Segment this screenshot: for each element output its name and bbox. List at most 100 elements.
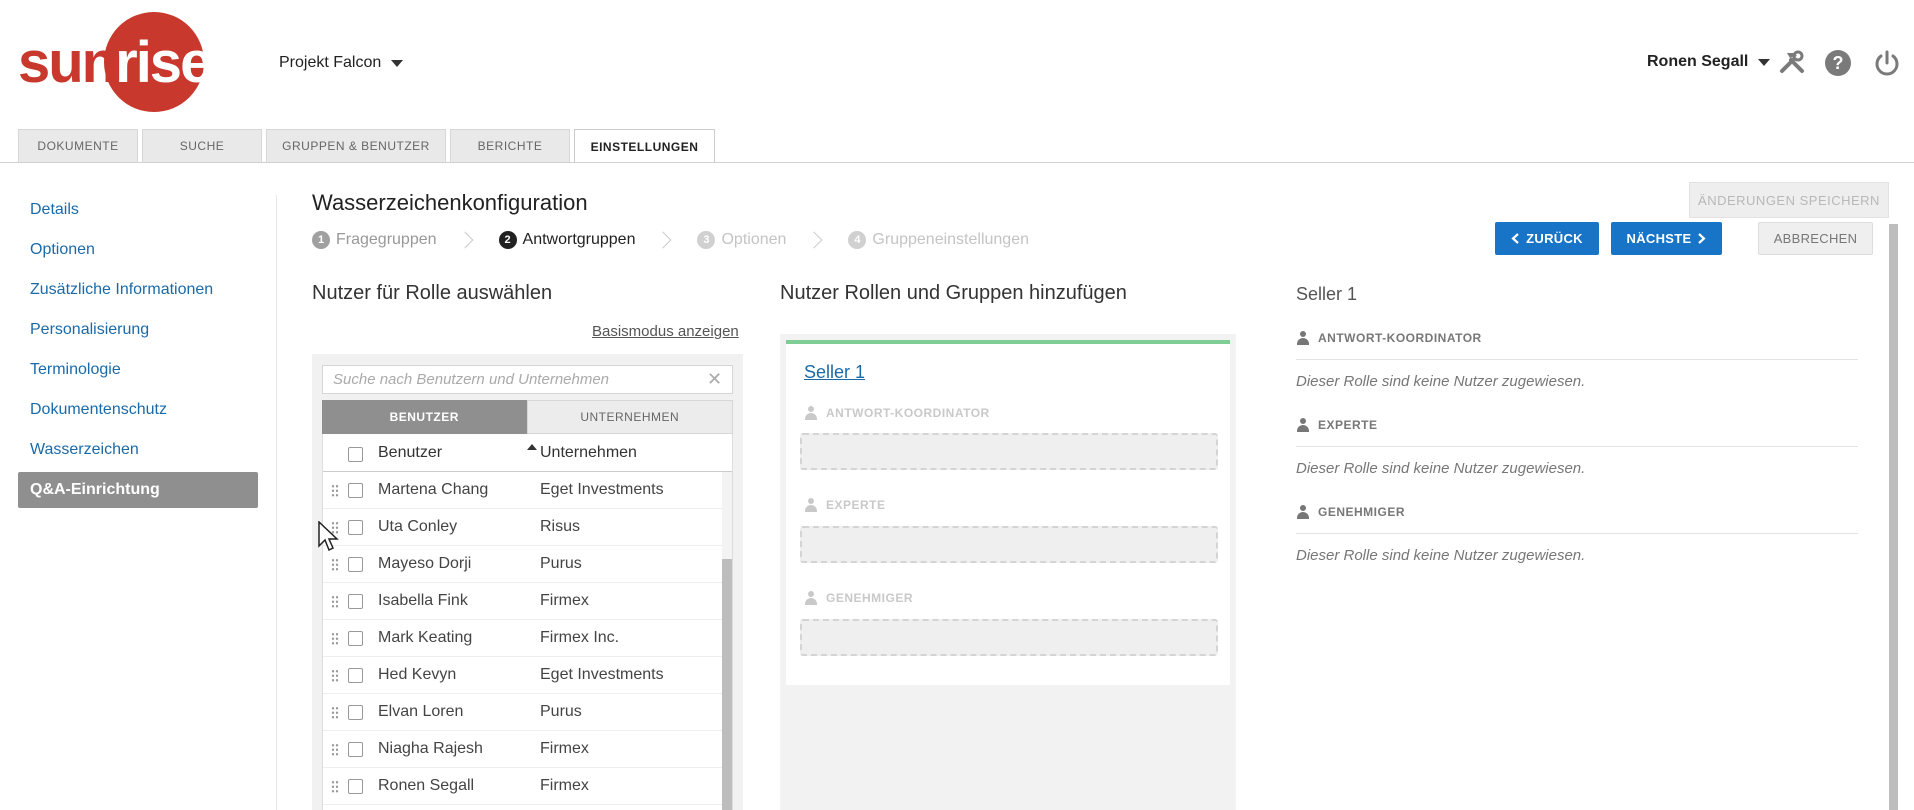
row-checkbox[interactable] xyxy=(348,631,363,646)
row-checkbox[interactable] xyxy=(348,594,363,609)
drag-handle-icon[interactable] xyxy=(331,558,339,571)
role-assignment-panel: Seller 1 ANTWORT-KOORDINATOR EXPERTE GEN… xyxy=(780,334,1236,810)
user-name-cell: Ronen Segall xyxy=(378,777,475,794)
scrollbar-thumb[interactable] xyxy=(722,559,732,810)
row-checkbox[interactable] xyxy=(348,668,363,683)
drag-handle-icon[interactable] xyxy=(331,706,339,719)
user-menu[interactable]: Ronen Segall xyxy=(1647,53,1771,71)
segment-companies[interactable]: UNTERNEHMEN xyxy=(526,400,733,434)
chevron-down-icon xyxy=(391,59,404,67)
user-name-cell: Uta Conley xyxy=(378,518,458,535)
drop-zone-experte[interactable] xyxy=(800,526,1218,563)
row-checkbox[interactable] xyxy=(348,557,363,572)
table-row[interactable]: Elvan Loren Purus xyxy=(323,694,732,731)
step-gruppeneinstellungen[interactable]: 4 Gruppeneinstellungen xyxy=(848,231,1029,249)
sidebar-item-zusaetzliche-informationen[interactable]: Zusätzliche Informationen xyxy=(18,270,258,310)
company-cell: Purus xyxy=(540,555,582,572)
page-title: Wasserzeichenkonfiguration xyxy=(312,190,588,215)
close-icon[interactable]: ✕ xyxy=(707,369,722,390)
tab-suche[interactable]: SUCHE xyxy=(142,129,262,162)
help-icon[interactable]: ? xyxy=(1823,48,1853,78)
user-name-cell: Elvan Loren xyxy=(378,703,464,720)
sidebar-item-details[interactable]: Details xyxy=(18,190,258,230)
step-fragegruppen[interactable]: 1 Fragegruppen xyxy=(312,231,437,249)
step-label: Fragegruppen xyxy=(336,231,437,248)
table-row[interactable]: Martena Chang Eget Investments xyxy=(323,472,732,509)
drag-handle-icon[interactable] xyxy=(331,780,339,793)
tab-gruppen-benutzer[interactable]: GRUPPEN & BENUTZER xyxy=(266,129,446,162)
next-button[interactable]: NÄCHSTE xyxy=(1611,222,1722,255)
table-row[interactable]: Ronen Segall Firmex xyxy=(323,768,732,805)
table-row[interactable]: Hed Kevyn Eget Investments xyxy=(323,657,732,694)
table-row[interactable]: Isabella Fink Firmex xyxy=(323,583,732,620)
role-label: EXPERTE xyxy=(1318,418,1378,432)
select-all-checkbox[interactable] xyxy=(348,447,363,462)
drag-handle-icon[interactable] xyxy=(331,743,339,756)
sidebar-item-qa-einrichtung[interactable]: Q&A-Einrichtung xyxy=(18,472,258,508)
step-optionen[interactable]: 3 Optionen xyxy=(697,231,786,249)
sidebar-item-personalisierung[interactable]: Personalisierung xyxy=(18,310,258,350)
sidebar-item-wasserzeichen[interactable]: Wasserzeichen xyxy=(18,430,258,470)
search-input[interactable] xyxy=(322,365,733,394)
project-selector[interactable]: Projekt Falcon xyxy=(279,54,404,72)
save-changes-button[interactable]: ÄNDERUNGEN SPEICHERN xyxy=(1689,182,1889,218)
column-header-company[interactable]: Unternehmen xyxy=(540,444,637,462)
table-row[interactable]: Mayeso Dorji Purus xyxy=(323,546,732,583)
drag-handle-icon[interactable] xyxy=(331,632,339,645)
empty-role-message: Dieser Rolle sind keine Nutzer zugewiese… xyxy=(1296,460,1586,477)
tab-berichte[interactable]: BERICHTE xyxy=(450,129,570,162)
drop-zone-genehmiger[interactable] xyxy=(800,619,1218,656)
company-cell: Firmex Inc. xyxy=(540,629,620,646)
table-row[interactable]: Niagha Rajesh Firmex xyxy=(323,731,732,768)
company-cell: Firmex xyxy=(540,777,589,794)
power-icon[interactable] xyxy=(1872,48,1902,78)
step-number: 2 xyxy=(498,231,517,249)
tab-einstellungen[interactable]: EINSTELLUNGEN xyxy=(574,129,715,163)
sort-asc-icon xyxy=(527,444,537,450)
drag-handle-icon[interactable] xyxy=(331,484,339,497)
user-name-cell: Hed Kevyn xyxy=(378,666,457,683)
user-icon xyxy=(1296,331,1310,345)
basic-mode-link[interactable]: Basismodus anzeigen xyxy=(592,323,739,340)
sidebar-item-terminologie[interactable]: Terminologie xyxy=(18,350,258,390)
column-header-user[interactable]: Benutzer xyxy=(378,444,442,462)
summary-role-antwort-koordinator: ANTWORT-KOORDINATOR xyxy=(1296,331,1482,345)
row-checkbox[interactable] xyxy=(348,779,363,794)
user-list: Benutzer Unternehmen Martena Chang Eget … xyxy=(322,434,733,810)
list-scrollbar[interactable] xyxy=(722,472,732,810)
segment-users[interactable]: BENUTZER xyxy=(322,400,527,434)
role-label-experte: EXPERTE xyxy=(804,498,886,512)
sidebar-item-optionen[interactable]: Optionen xyxy=(18,230,258,270)
divider xyxy=(1296,359,1858,360)
table-row[interactable]: Uta Conley Risus xyxy=(323,509,732,546)
row-checkbox[interactable] xyxy=(348,520,363,535)
group-name-link[interactable]: Seller 1 xyxy=(804,362,865,383)
summary-role-genehmiger: GENEHMIGER xyxy=(1296,505,1405,519)
sunrise-logo[interactable]: sunrise xyxy=(18,12,218,112)
chevron-right-icon xyxy=(456,231,474,249)
tools-icon[interactable] xyxy=(1777,48,1807,78)
sidebar-item-dokumentenschutz[interactable]: Dokumentenschutz xyxy=(18,390,258,430)
project-name: Projekt Falcon xyxy=(279,54,382,71)
list-header: Benutzer Unternehmen xyxy=(323,434,732,472)
drag-handle-icon[interactable] xyxy=(331,669,339,682)
table-row[interactable]: Mark Keating Firmex Inc. xyxy=(323,620,732,657)
drag-handle-icon[interactable] xyxy=(331,595,339,608)
page-scrollbar[interactable] xyxy=(1889,224,1898,810)
back-button[interactable]: ZURÜCK xyxy=(1495,222,1599,255)
row-checkbox[interactable] xyxy=(348,705,363,720)
row-checkbox[interactable] xyxy=(348,742,363,757)
user-name-cell: Mark Keating xyxy=(378,629,473,646)
tab-dokumente[interactable]: DOKUMENTE xyxy=(18,129,138,162)
empty-role-message: Dieser Rolle sind keine Nutzer zugewiese… xyxy=(1296,547,1586,564)
user-icon xyxy=(804,406,818,420)
step-antwortgruppen[interactable]: 2 Antwortgruppen xyxy=(498,231,635,249)
cancel-button[interactable]: ABBRECHEN xyxy=(1758,222,1873,255)
user-picker-panel: ✕ BENUTZER UNTERNEHMEN Benutzer Unterneh… xyxy=(312,354,743,810)
company-cell: Eget Investments xyxy=(540,666,664,683)
row-checkbox[interactable] xyxy=(348,483,363,498)
user-name-cell: Mayeso Dorji xyxy=(378,555,472,572)
drop-zone-antwort-koordinator[interactable] xyxy=(800,433,1218,470)
step-number: 1 xyxy=(312,231,330,249)
settings-sidebar: Details Optionen Zusätzliche Information… xyxy=(18,190,258,508)
